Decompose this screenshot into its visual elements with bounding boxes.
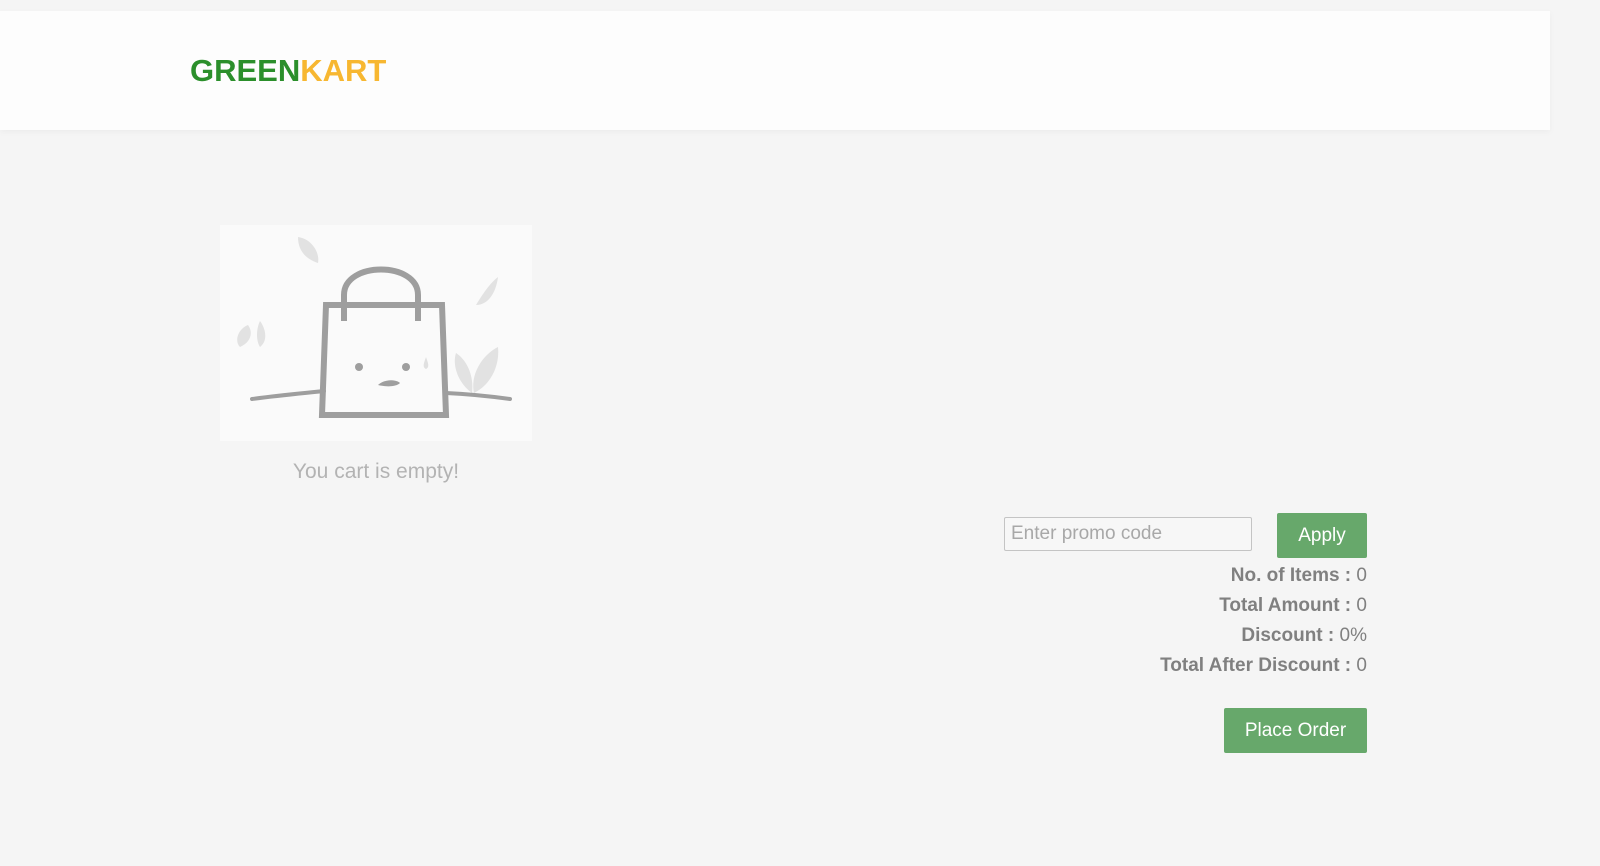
total-after-discount-value: 0 bbox=[1356, 655, 1367, 676]
top-header: GREENKART bbox=[0, 11, 1550, 130]
summary-items-row: No. of Items : 0 bbox=[1160, 561, 1367, 591]
brand-logo-green: GREEN bbox=[190, 53, 301, 88]
discount-value: 0% bbox=[1339, 625, 1367, 646]
promo-code-input[interactable] bbox=[1004, 517, 1252, 551]
summary-amount-row: Total Amount : 0 bbox=[1160, 591, 1367, 621]
brand-logo[interactable]: GREENKART bbox=[190, 55, 386, 86]
apply-promo-button[interactable]: Apply bbox=[1277, 513, 1367, 558]
place-order-button[interactable]: Place Order bbox=[1224, 708, 1367, 753]
empty-cart-illustration bbox=[220, 225, 532, 441]
summary-after-discount-row: Total After Discount : 0 bbox=[1160, 651, 1367, 681]
total-amount-value: 0 bbox=[1356, 595, 1367, 616]
brand-logo-kart: KART bbox=[300, 53, 387, 88]
empty-cart-message: You cart is empty! bbox=[292, 460, 460, 483]
items-count-label: No. of Items : bbox=[1230, 565, 1352, 586]
order-summary: No. of Items : 0 Total Amount : 0 Discou… bbox=[1160, 561, 1367, 681]
leaf-icon bbox=[298, 237, 319, 263]
total-amount-label: Total Amount : bbox=[1219, 595, 1352, 616]
leaf-icon bbox=[454, 347, 499, 393]
leaf-icon bbox=[476, 277, 498, 305]
discount-label: Discount : bbox=[1241, 625, 1335, 646]
empty-shopping-bag-icon bbox=[237, 237, 512, 418]
items-count-value: 0 bbox=[1356, 565, 1367, 586]
total-after-discount-label: Total After Discount : bbox=[1160, 655, 1352, 676]
summary-discount-row: Discount : 0% bbox=[1160, 621, 1367, 651]
leaf-icon bbox=[237, 321, 266, 347]
